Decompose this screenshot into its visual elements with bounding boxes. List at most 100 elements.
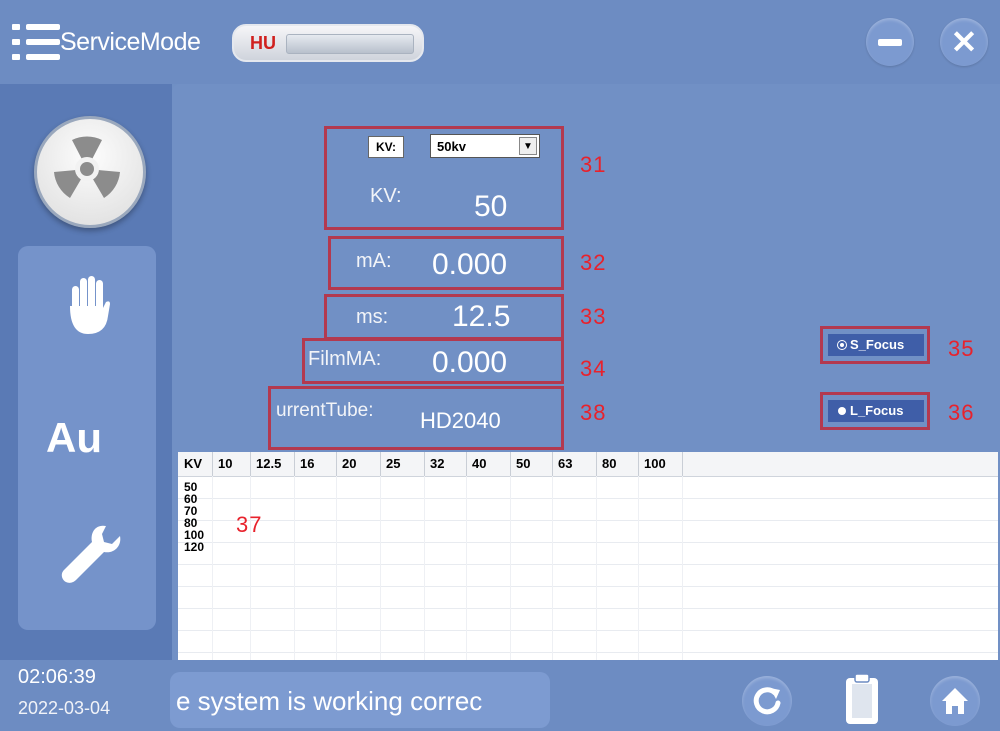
film-ma-value: 0.000 <box>432 346 508 379</box>
grid-column-line <box>250 476 251 660</box>
radio-selected-icon <box>838 340 846 349</box>
table-header-cell: 16 <box>300 456 315 471</box>
hu-indicator: HU <box>232 24 424 62</box>
grid-column-line <box>336 476 337 660</box>
grid-line <box>178 498 998 499</box>
column-divider <box>380 452 381 476</box>
grid-line <box>178 652 998 653</box>
grid-line <box>178 542 998 543</box>
column-divider <box>638 452 639 476</box>
table-header-cell: 10 <box>218 456 233 471</box>
table-header-cell: 12.5 <box>256 456 282 471</box>
chevron-down-icon[interactable]: ▼ <box>519 137 537 155</box>
annotation-33: 33 <box>580 304 607 329</box>
grid-column-line <box>466 476 467 660</box>
s-focus-label: S_Focus <box>850 337 905 352</box>
grid-line <box>178 564 998 565</box>
sidebar: Au <box>0 84 172 660</box>
grid-column-line <box>380 476 381 660</box>
annotation-31: 31 <box>580 152 607 177</box>
table-header-cell: 20 <box>342 456 357 471</box>
app-title: ServiceMode <box>60 28 201 56</box>
home-icon <box>942 688 968 714</box>
grid-line <box>178 520 998 521</box>
clipboard-icon[interactable] <box>844 674 880 726</box>
grid-column-line <box>682 476 683 660</box>
table-header-cell: 50 <box>516 456 531 471</box>
grid-column-line <box>294 476 295 660</box>
grid-column-line <box>552 476 553 660</box>
clock-date: 2022-03-04 <box>18 698 111 718</box>
clock-time: 02:06:39 <box>18 666 96 688</box>
annotation-38: 38 <box>580 400 607 425</box>
home-button[interactable] <box>930 676 980 726</box>
grid-column-line <box>212 476 213 660</box>
au-button-label[interactable]: Au <box>46 414 102 462</box>
table-header-cell: 32 <box>430 456 445 471</box>
ma-value: 0.000 <box>432 248 508 281</box>
bottom-bar: 02:06:39 2022-03-04 e system is working … <box>0 660 1000 731</box>
film-ma-label: FilmMA: <box>308 348 382 370</box>
s-focus-radio[interactable]: S_Focus <box>828 334 924 356</box>
minus-icon <box>878 39 902 46</box>
status-message: e system is working correc <box>176 686 483 716</box>
minimize-button[interactable] <box>866 18 914 66</box>
status-bar: e system is working correc <box>170 672 550 728</box>
column-divider <box>294 452 295 476</box>
grid-line <box>178 608 998 609</box>
ms-label: ms: <box>356 306 389 328</box>
table-header: KV 10 12.5 16 20 25 32 40 50 63 80 100 <box>178 452 998 477</box>
l-focus-label: L_Focus <box>850 403 904 418</box>
kv-select[interactable]: 50kv ▼ <box>430 134 540 158</box>
column-divider <box>552 452 553 476</box>
kv-select-value: 50kv <box>437 139 466 154</box>
column-divider <box>424 452 425 476</box>
column-divider <box>510 452 511 476</box>
close-button[interactable]: ✕ <box>940 18 988 66</box>
table-row-label: 120 <box>184 540 205 554</box>
column-divider <box>250 452 251 476</box>
annotation-36: 36 <box>948 400 975 425</box>
kv-label: KV: <box>370 185 402 207</box>
hu-progress-track <box>286 34 414 54</box>
top-bar: ServiceMode HU ✕ <box>0 0 1000 84</box>
kv-value: 50 <box>474 190 508 223</box>
column-divider <box>212 452 213 476</box>
column-divider <box>466 452 467 476</box>
table-header-cell: 80 <box>602 456 617 471</box>
table-header-cell: 100 <box>644 456 666 471</box>
radio-icon <box>838 406 846 415</box>
hand-icon[interactable] <box>66 276 112 336</box>
grid-line <box>178 586 998 587</box>
ms-value: 12.5 <box>452 300 511 333</box>
exposure-table[interactable]: KV 10 12.5 16 20 25 32 40 50 63 80 100 50 60 70 80 100 1… <box>178 452 998 660</box>
grid-line <box>178 630 998 631</box>
radiation-icon <box>54 136 120 198</box>
column-divider <box>596 452 597 476</box>
close-icon: ✕ <box>950 24 978 60</box>
hu-label: HU <box>250 33 276 53</box>
column-divider <box>336 452 337 476</box>
annotation-32: 32 <box>580 250 607 275</box>
current-tube-value: HD2040 <box>420 408 501 433</box>
grid-column-line <box>638 476 639 660</box>
radiation-button[interactable] <box>34 116 146 228</box>
grid-column-line <box>424 476 425 660</box>
current-tube-label: urrentTube: <box>276 400 374 421</box>
table-header-cell: 63 <box>558 456 573 471</box>
grid-column-line <box>510 476 511 660</box>
annotation-34: 34 <box>580 356 607 381</box>
annotation-35: 35 <box>948 336 975 361</box>
refresh-button[interactable] <box>742 676 792 726</box>
kv-select-label: KV: <box>368 136 404 158</box>
menu-icon[interactable] <box>12 20 60 64</box>
nav-panel: Au <box>18 246 156 630</box>
refresh-icon <box>753 687 781 715</box>
l-focus-radio[interactable]: L_Focus <box>828 400 924 422</box>
ma-label: mA: <box>356 250 392 272</box>
wrench-icon[interactable] <box>58 522 124 588</box>
table-header-cell: 40 <box>472 456 487 471</box>
annotation-37: 37 <box>236 512 263 537</box>
grid-column-line <box>596 476 597 660</box>
table-header-cell: KV <box>184 456 203 471</box>
